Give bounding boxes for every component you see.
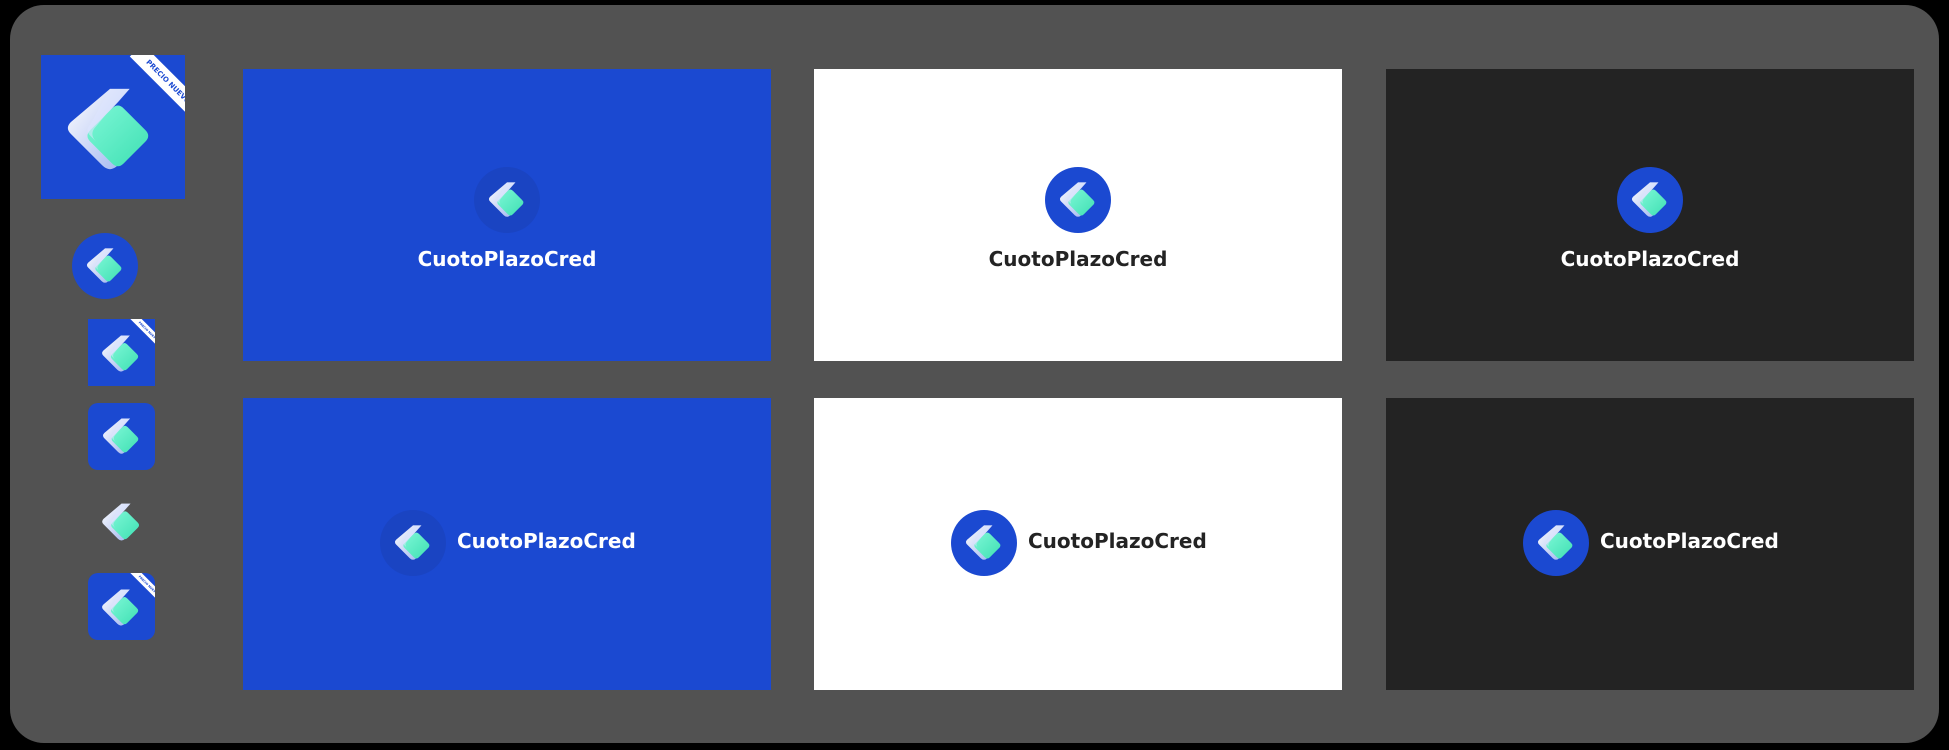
rounded-square-icon-with-ribbon: PRECIO NUEVO (88, 573, 155, 640)
card-white-stacked: CuotoPlazoCred (814, 69, 1342, 361)
card-white-horizontal: CuotoPlazoCred (814, 398, 1342, 690)
bare-logo-mark-icon (99, 500, 144, 545)
logo-mark-icon (100, 415, 143, 458)
app-icon-large: PRECIO NUEVO (41, 55, 185, 199)
wordmark: CuotoPlazoCred (988, 247, 1168, 271)
circle-logo-icon (380, 510, 446, 576)
circle-logo-icon (951, 510, 1017, 576)
card-blue-stacked: CuotoPlazoCred (243, 69, 771, 361)
wordmark: CuotoPlazoCred (1028, 529, 1207, 553)
logo-mark-icon (61, 81, 159, 179)
logo-mark-icon (99, 332, 143, 376)
wordmark: CuotoPlazoCred (417, 247, 597, 271)
wordmark: CuotoPlazoCred (1560, 247, 1740, 271)
circle-logo-icon (474, 167, 540, 233)
card-dark-horizontal: CuotoPlazoCred (1386, 398, 1914, 690)
card-dark-stacked: CuotoPlazoCred (1386, 69, 1914, 361)
circle-logo-icon (1617, 167, 1683, 233)
brand-board: PRECIO NUEVO PRECIO NUEVO PRECIO NUEVO C… (10, 5, 1939, 743)
wordmark: CuotoPlazoCred (1600, 529, 1779, 553)
circle-logo-icon (1045, 167, 1111, 233)
square-icon-with-ribbon: PRECIO NUEVO (88, 319, 155, 386)
wordmark: CuotoPlazoCred (457, 529, 636, 553)
circle-logo-icon (1523, 510, 1589, 576)
logo-mark-icon (99, 586, 143, 630)
circle-logo-icon (72, 233, 138, 299)
rounded-square-icon (88, 403, 155, 470)
card-blue-horizontal: CuotoPlazoCred (243, 398, 771, 690)
